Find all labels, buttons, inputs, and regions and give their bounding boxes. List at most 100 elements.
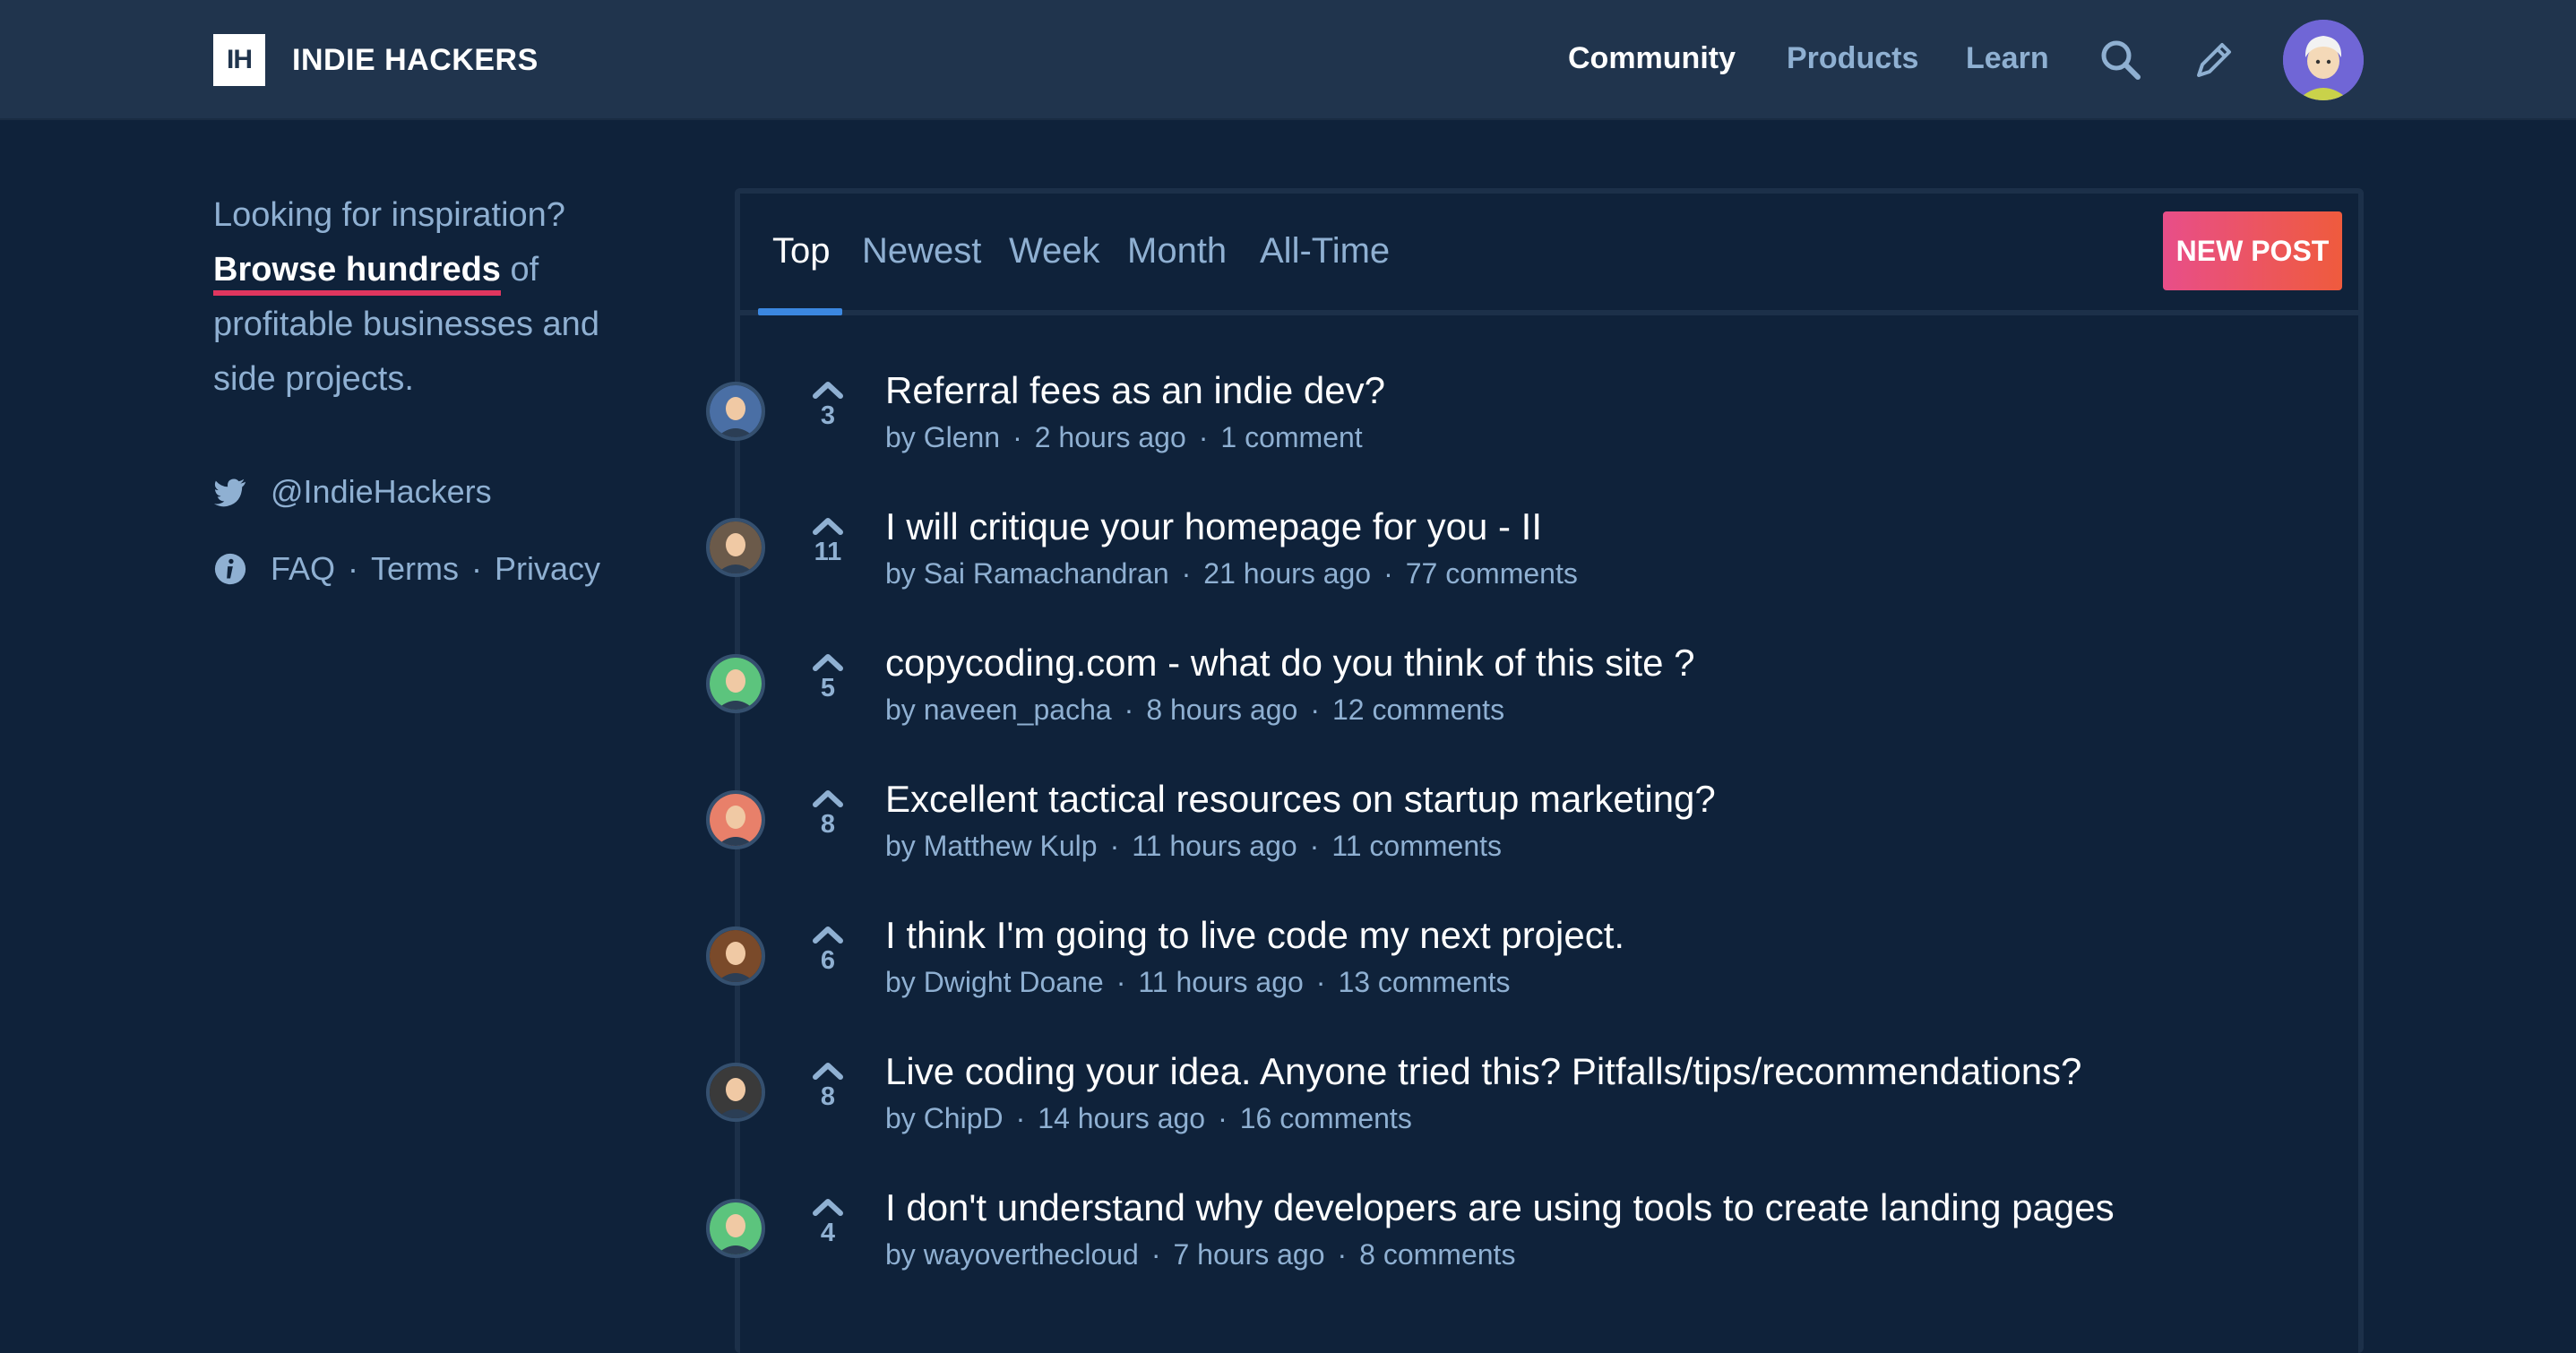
post-time[interactable]: 11 hours ago <box>1132 830 1297 862</box>
by-label: by <box>885 557 916 590</box>
post-author-avatar[interactable] <box>706 1199 765 1258</box>
post-title-link[interactable]: copycoding.com - what do you think of th… <box>885 642 1694 685</box>
twitter-icon <box>213 478 246 507</box>
tab-top[interactable]: Top <box>772 231 831 271</box>
vote-count: 4 <box>820 1219 836 1247</box>
post-title-link[interactable]: Live coding your idea. Anyone tried this… <box>885 1050 2081 1093</box>
tab-newest[interactable]: Newest <box>862 231 981 271</box>
terms-link[interactable]: Terms <box>371 550 459 588</box>
sidebar: Looking for inspiration? Browse hundreds… <box>213 188 634 587</box>
upvote-chevron-icon[interactable] <box>812 1061 844 1081</box>
user-avatar[interactable] <box>2283 20 2364 100</box>
upvote-chevron-icon[interactable] <box>812 652 844 672</box>
post-meta: by Matthew Kulp · 11 hours ago · 11 comments <box>885 830 1502 863</box>
separator: · <box>471 550 483 587</box>
twitter-link[interactable]: @IndieHackers <box>271 473 492 511</box>
pencil-icon[interactable] <box>2192 38 2236 82</box>
post-author-avatar[interactable] <box>706 790 765 849</box>
upvote-chevron-icon[interactable] <box>812 516 844 536</box>
post-title-link[interactable]: I will critique your homepage for you - … <box>885 505 1542 548</box>
footer-links: FAQ · Terms · Privacy <box>213 550 600 588</box>
post-author-link[interactable]: naveen_pacha <box>924 694 1112 726</box>
post-author-link[interactable]: Dwight Doane <box>924 966 1104 998</box>
tab-week[interactable]: Week <box>1009 231 1100 271</box>
active-tab-indicator <box>758 308 842 315</box>
post-author-avatar[interactable] <box>706 1063 765 1122</box>
post-title-link[interactable]: I don't understand why developers are us… <box>885 1186 2115 1229</box>
post-title-link[interactable]: I think I'm going to live code my next p… <box>885 914 1624 957</box>
meta-separator: · <box>1150 1238 1161 1271</box>
vote-count: 8 <box>820 810 836 839</box>
upvote-button[interactable]: 8 <box>803 789 853 840</box>
feed-panel: Top Newest Week Month All-Time NEW POST <box>735 188 2364 1353</box>
post-time[interactable]: 2 hours ago <box>1035 421 1186 453</box>
post-meta: by wayoverthecloud · 7 hours ago · 8 comment… <box>885 1238 1515 1271</box>
inspiration-line-1: Looking for inspiration? <box>213 196 565 234</box>
by-label: by <box>885 421 916 453</box>
post-author-link[interactable]: Matthew Kulp <box>924 830 1098 862</box>
upvote-button[interactable]: 3 <box>803 380 853 431</box>
post-meta: by ChipD · 14 hours ago · 16 comments <box>885 1102 1412 1135</box>
upvote-button[interactable]: 8 <box>803 1061 853 1112</box>
meta-separator: · <box>1337 1238 1348 1271</box>
upvote-chevron-icon[interactable] <box>812 1197 844 1217</box>
post-row: 4 I don't understand why developers are u… <box>0 0 2115 1271</box>
post-title-link[interactable]: Referral fees as an indie dev? <box>885 369 1385 412</box>
post-time[interactable]: 7 hours ago <box>1173 1238 1324 1271</box>
meta-separator: · <box>1109 830 1120 862</box>
meta-separator: · <box>1198 421 1209 453</box>
upvote-button[interactable]: 6 <box>803 925 853 976</box>
meta-separator: · <box>1383 557 1393 590</box>
vote-count: 5 <box>820 674 836 702</box>
nav-learn[interactable]: Learn <box>1966 41 2049 76</box>
post-comments-link[interactable]: 8 comments <box>1359 1238 1515 1271</box>
post-comments-link[interactable]: 13 comments <box>1338 966 1510 998</box>
meta-separator: · <box>1315 966 1326 998</box>
post-comments-link[interactable]: 1 comment <box>1220 421 1362 453</box>
inspiration-text: Looking for inspiration? Browse hundreds… <box>213 188 634 407</box>
meta-separator: · <box>1116 966 1126 998</box>
post-title-link[interactable]: Excellent tactical resources on startup … <box>885 778 1716 821</box>
post-meta: by naveen_pacha · 8 hours ago · 12 comments <box>885 694 1504 727</box>
meta-separator: · <box>1012 421 1022 453</box>
post-author-link[interactable]: Glenn <box>924 421 1000 453</box>
by-label: by <box>885 694 916 726</box>
tab-month[interactable]: Month <box>1127 231 1227 271</box>
browse-hundreds-link[interactable]: Browse hundreds <box>213 251 501 296</box>
meta-separator: · <box>1015 1102 1026 1134</box>
upvote-button[interactable]: 4 <box>803 1197 853 1248</box>
inspiration-of: of <box>500 251 539 289</box>
vote-count: 8 <box>820 1082 836 1111</box>
tab-all-time[interactable]: All-Time <box>1260 231 1390 271</box>
post-meta: by Dwight Doane · 11 hours ago · 13 comments <box>885 966 1511 999</box>
faq-link[interactable]: FAQ <box>271 550 335 588</box>
search-icon[interactable] <box>2098 38 2143 82</box>
post-comments-link[interactable]: 16 comments <box>1240 1102 1412 1134</box>
post-time[interactable]: 14 hours ago <box>1038 1102 1205 1134</box>
post-time[interactable]: 11 hours ago <box>1138 966 1303 998</box>
post-author-avatar[interactable] <box>706 654 765 713</box>
by-label: by <box>885 1238 916 1271</box>
post-author-link[interactable]: wayoverthecloud <box>924 1238 1139 1271</box>
vote-count: 11 <box>814 538 842 566</box>
post-comments-link[interactable]: 11 comments <box>1331 830 1502 862</box>
post-author-avatar[interactable] <box>706 518 765 577</box>
by-label: by <box>885 966 916 998</box>
upvote-chevron-icon[interactable] <box>812 925 844 944</box>
post-comments-link[interactable]: 12 comments <box>1332 694 1504 726</box>
post-author-link[interactable]: Sai Ramachandran <box>924 557 1169 590</box>
post-author-avatar[interactable] <box>706 926 765 986</box>
post-author-avatar[interactable] <box>706 382 765 441</box>
post-time[interactable]: 21 hours ago <box>1203 557 1371 590</box>
vote-count: 3 <box>820 401 836 430</box>
upvote-chevron-icon[interactable] <box>812 789 844 808</box>
new-post-button[interactable]: NEW POST <box>2163 211 2342 290</box>
post-author-link[interactable]: ChipD <box>924 1102 1004 1134</box>
upvote-button[interactable]: 5 <box>803 652 853 703</box>
meta-separator: · <box>1181 557 1192 590</box>
post-time[interactable]: 8 hours ago <box>1146 694 1297 726</box>
upvote-chevron-icon[interactable] <box>812 380 844 400</box>
post-comments-link[interactable]: 77 comments <box>1406 557 1578 590</box>
upvote-button[interactable]: 11 <box>803 516 853 567</box>
privacy-link[interactable]: Privacy <box>495 550 600 588</box>
